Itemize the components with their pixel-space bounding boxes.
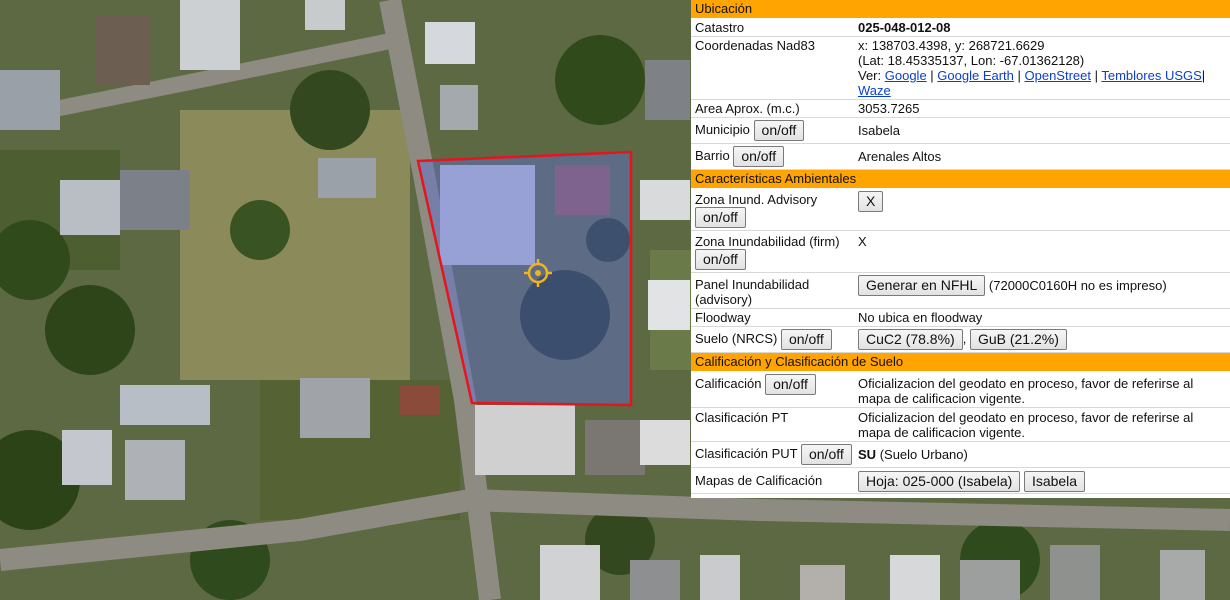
row-floodway: Floodway No ubica en floodway [691,309,1230,327]
barrio-label: Barrio [695,147,730,163]
row-clasificacion-put: Clasificación PUT on/off SU (Suelo Urban… [691,442,1230,468]
barrio-value: Arenales Altos [858,149,942,164]
google-earth-link[interactable]: Google Earth [937,68,1014,83]
google-link[interactable]: Google [885,68,927,83]
soil-gub-button[interactable]: GuB (21.2%) [969,329,1067,350]
row-clasificacion-pt: Clasificación PT Oficializacion del geod… [691,408,1230,442]
row-area: Area Aprox. (m.c.) 3053.7265 [691,100,1230,118]
section-header-ubicacion: Ubicación [691,0,1230,19]
isabela-button[interactable]: Isabela [1023,471,1086,492]
hoja-button[interactable]: Hoja: 025-000 (Isabela) [858,471,1021,492]
floodway-value: No ubica en floodway [858,310,983,325]
calificacion-value: Oficializacion del geodato en proceso, f… [858,376,1194,406]
clasificacion-pt-label: Clasificación PT [695,410,789,425]
panel-note: (72000C0160H no es impreso) [988,278,1167,293]
map-links: Ver: Google | Google Earth | OpenStreet … [858,68,1206,83]
zona-firm-label: Zona Inundabilidad (firm) [695,234,840,249]
clasificacion-pt-value: Oficializacion del geodato en proceso, f… [858,410,1194,440]
mapas-calificacion-label: Mapas de Calificación [695,473,823,488]
area-label: Area Aprox. (m.c.) [695,101,800,116]
clasificacion-put-label: Clasificación PUT [695,445,798,461]
row-calificacion: Calificación on/off Oficializacion del g… [691,372,1230,408]
row-zona-advisory: Zona Inund. Advisory on/off X [691,189,1230,231]
row-mapas-calificacion: Mapas de Calificación Hoja: 025-000 (Isa… [691,468,1230,494]
barrio-toggle-button[interactable]: on/off [733,146,785,167]
suelo-label: Suelo (NRCS) [695,330,778,346]
soil-cuc2-button[interactable]: CuC2 (78.8%) [858,329,963,350]
zona-advisory-x-button[interactable]: X [858,191,884,212]
put-code: SU [858,447,877,462]
municipio-value: Isabela [858,123,900,138]
coordenadas-label: Coordenadas Nad83 [695,38,815,53]
suelo-toggle-button[interactable]: on/off [780,329,832,350]
ver-label: Ver: [858,68,882,83]
zona-advisory-label: Zona Inund. Advisory [695,192,818,207]
row-barrio: Barrio on/off Arenales Altos [691,144,1230,170]
row-coordenadas: Coordenadas Nad83 x: 138703.4398, y: 268… [691,37,1230,100]
temblores-usgs-link[interactable]: Temblores USGS [1101,68,1201,83]
zona-firm-toggle-button[interactable]: on/off [695,249,746,270]
put-description: (Suelo Urbano) [879,447,968,462]
municipio-toggle-button[interactable]: on/off [753,120,805,141]
row-catastro: Catastro 025-048-012-08 [691,19,1230,37]
generar-nfhl-button[interactable]: Generar en NFHL [858,275,986,296]
area-value: 3053.7265 [858,101,920,116]
row-zona-firm: Zona Inundabilidad (firm) on/off X [691,231,1230,273]
panel-inundabilidad-label: Panel Inundabilidad (advisory) [695,277,810,307]
calificacion-toggle-button[interactable]: on/off [765,374,816,395]
clasificacion-put-toggle-button[interactable]: on/off [800,444,852,465]
waze-link[interactable]: Waze [858,83,891,98]
section-header-calificacion: Calificación y Clasificación de Suelo [691,353,1230,372]
row-panel-inundabilidad: Panel Inundabilidad (advisory) Generar e… [691,273,1230,309]
coordenadas-xy: x: 138703.4398, y: 268721.6629 [858,38,1045,53]
municipio-label: Municipio [695,121,750,137]
catastro-label: Catastro [695,20,745,35]
zona-firm-value: X [858,234,867,249]
row-suelo: Suelo (NRCS) on/off CuC2 (78.8%), GuB (2… [691,327,1230,353]
coordenadas-latlon: (Lat: 18.45335137, Lon: -67.01362128) [858,53,1085,68]
calificacion-label: Calificación [695,375,762,391]
row-municipio: Municipio on/off Isabela [691,118,1230,144]
parcel-info-panel[interactable]: Ubicación Catastro 025-048-012-08 Coorde… [691,0,1230,498]
zona-advisory-toggle-button[interactable]: on/off [695,207,746,228]
floodway-label: Floodway [695,310,751,325]
section-header-ambientales: Características Ambientales [691,170,1230,189]
openstreet-link[interactable]: OpenStreet [1025,68,1092,83]
catastro-value: 025-048-012-08 [858,20,951,35]
